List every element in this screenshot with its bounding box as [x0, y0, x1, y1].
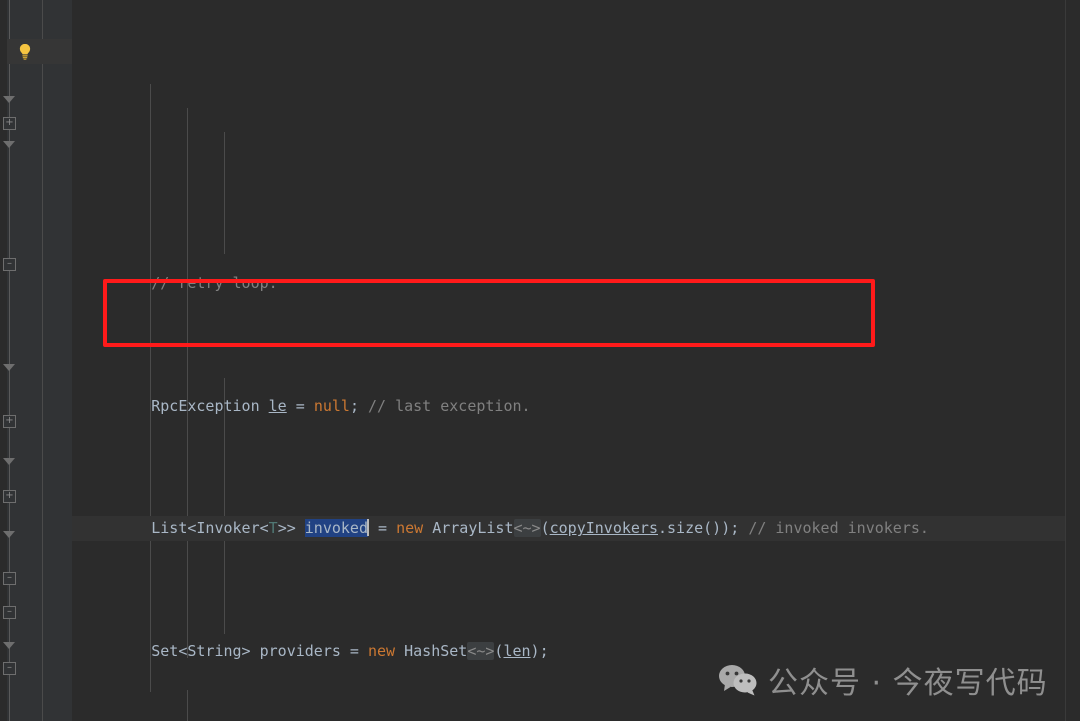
fold-expand-icon[interactable]: –	[3, 662, 16, 675]
fold-expand-icon[interactable]: +	[3, 415, 16, 428]
fold-collapse-icon[interactable]	[3, 364, 15, 371]
fold-collapse-icon[interactable]	[3, 458, 15, 465]
watermark-text: 公众号 · 今夜写代码	[768, 666, 1048, 701]
editor-scrollbar[interactable]	[1066, 0, 1080, 721]
indent-guide	[187, 690, 188, 721]
indent-guide	[224, 132, 225, 254]
fold-expand-icon[interactable]: –	[3, 258, 16, 271]
code-content[interactable]: // retry loop. RpcException le = null; /…	[72, 0, 1072, 721]
wechat-icon	[718, 663, 758, 697]
fold-expand-icon[interactable]: +	[3, 117, 16, 130]
fold-collapse-icon[interactable]	[3, 96, 15, 103]
fold-expand-icon[interactable]: +	[3, 490, 16, 503]
indent-guide	[150, 84, 151, 692]
fold-expand-icon[interactable]: –	[3, 572, 16, 585]
lightbulb-icon[interactable]	[14, 41, 36, 63]
gutter-fold-column[interactable]	[43, 0, 72, 721]
editor-gutter[interactable]: + – + + – – –	[0, 0, 72, 721]
code-line[interactable]: RpcException le = null; // last exceptio…	[72, 394, 1072, 419]
indent-guide	[187, 108, 188, 658]
fold-collapse-icon[interactable]	[3, 141, 15, 148]
code-line[interactable]: // retry loop.	[72, 271, 1072, 296]
fold-collapse-icon[interactable]	[3, 531, 15, 538]
code-line-caret[interactable]: List<Invoker<T>> invoked = new ArrayList…	[72, 516, 1072, 542]
watermark: 公众号 · 今夜写代码	[718, 658, 1048, 702]
code-editor[interactable]: + – + + – – – // retry loop. RpcExceptio…	[0, 0, 1080, 721]
fold-expand-icon[interactable]: –	[3, 606, 16, 619]
fold-collapse-icon[interactable]	[3, 642, 15, 649]
